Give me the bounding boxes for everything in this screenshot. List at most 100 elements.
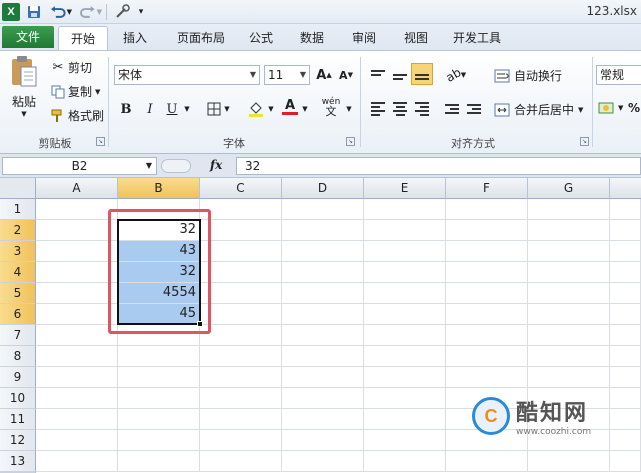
- grid-cell[interactable]: [364, 325, 446, 346]
- grid-cell[interactable]: [118, 367, 200, 388]
- grow-font-button[interactable]: A ▲: [314, 65, 334, 85]
- grid-cell[interactable]: [36, 367, 118, 388]
- underline-dropdown-icon[interactable]: ▼: [182, 99, 192, 119]
- row-header[interactable]: 1: [0, 199, 36, 220]
- grid-cell[interactable]: [528, 304, 610, 325]
- grid-cell[interactable]: [364, 304, 446, 325]
- column-header-b[interactable]: B: [118, 178, 200, 199]
- phonetic-button[interactable]: wén 文: [318, 97, 344, 117]
- tab-page-layout[interactable]: 页面布局: [166, 26, 236, 50]
- shrink-font-button[interactable]: A ▼: [336, 65, 356, 85]
- grid-cell[interactable]: [610, 325, 641, 346]
- grid-cell[interactable]: [282, 409, 364, 430]
- align-bottom-button[interactable]: [411, 63, 433, 85]
- grid-cell[interactable]: [282, 451, 364, 472]
- tab-developer[interactable]: 开发工具: [444, 26, 510, 50]
- grid-cell[interactable]: [610, 199, 641, 220]
- font-color-dropdown-icon[interactable]: ▼: [300, 99, 310, 119]
- font-size-select[interactable]: 11 ▼: [264, 65, 310, 85]
- alignment-launcher-icon[interactable]: ↘: [580, 137, 589, 146]
- merge-center-button[interactable]: 合并后居中 ▼: [494, 101, 583, 118]
- row-header[interactable]: 3: [0, 241, 36, 262]
- grid-cell[interactable]: [282, 199, 364, 220]
- grid-cell[interactable]: [528, 451, 610, 472]
- row-header[interactable]: 13: [0, 451, 36, 472]
- number-format-select[interactable]: 常规: [596, 65, 641, 85]
- grid-cell[interactable]: [118, 325, 200, 346]
- column-header-e[interactable]: E: [364, 178, 446, 199]
- row-header[interactable]: 8: [0, 346, 36, 367]
- grid-cell[interactable]: [364, 241, 446, 262]
- align-center-button[interactable]: [390, 99, 410, 119]
- grid-cell[interactable]: [36, 346, 118, 367]
- align-middle-button[interactable]: [390, 65, 410, 85]
- grid-cell[interactable]: [200, 367, 282, 388]
- grid-cell[interactable]: [36, 430, 118, 451]
- grid-cell[interactable]: [610, 241, 641, 262]
- grid-cell[interactable]: [118, 346, 200, 367]
- grid-cell[interactable]: [610, 220, 641, 241]
- grid-cell[interactable]: [200, 409, 282, 430]
- grid-cell[interactable]: [528, 283, 610, 304]
- cell-b4[interactable]: 32: [118, 262, 200, 283]
- grid-cell[interactable]: [610, 283, 641, 304]
- resize-handle[interactable]: [161, 159, 191, 173]
- grid-cell[interactable]: [282, 325, 364, 346]
- grid-cell[interactable]: [200, 388, 282, 409]
- grid-cell[interactable]: [610, 451, 641, 472]
- grid-cell[interactable]: [282, 367, 364, 388]
- excel-logo-icon[interactable]: X: [2, 3, 20, 21]
- grid-cell[interactable]: [364, 262, 446, 283]
- grid-cell[interactable]: [446, 220, 528, 241]
- grid-cell[interactable]: [610, 304, 641, 325]
- column-header-a[interactable]: A: [36, 178, 118, 199]
- select-all-corner[interactable]: [0, 178, 36, 199]
- percent-style-button[interactable]: %: [628, 101, 640, 115]
- grid-cell[interactable]: [36, 388, 118, 409]
- row-header[interactable]: 11: [0, 409, 36, 430]
- grid-cell[interactable]: [118, 199, 200, 220]
- fill-color-button[interactable]: [246, 99, 266, 119]
- tab-review[interactable]: 审阅: [342, 26, 386, 50]
- grid-cell[interactable]: [364, 283, 446, 304]
- grid-cell[interactable]: [446, 304, 528, 325]
- grid-cell[interactable]: [118, 388, 200, 409]
- formula-input[interactable]: 32: [236, 157, 641, 175]
- cell-b5[interactable]: 4554: [118, 283, 200, 304]
- name-box[interactable]: B2 ▼: [2, 157, 157, 175]
- borders-dropdown-icon[interactable]: ▼: [222, 99, 232, 119]
- column-header-f[interactable]: F: [446, 178, 528, 199]
- fill-handle[interactable]: [197, 321, 203, 327]
- customize-toolbar-icon[interactable]: ▾: [134, 3, 148, 21]
- column-header-d[interactable]: D: [282, 178, 364, 199]
- grid-cell[interactable]: [36, 199, 118, 220]
- grid-cell[interactable]: [446, 262, 528, 283]
- grid-cell[interactable]: [282, 388, 364, 409]
- grid-cell[interactable]: [200, 304, 282, 325]
- grid-cell[interactable]: [528, 199, 610, 220]
- grid-cell[interactable]: [36, 325, 118, 346]
- grid-cell[interactable]: [446, 241, 528, 262]
- grid-cell[interactable]: [282, 304, 364, 325]
- copy-button[interactable]: 复制 ▼: [50, 83, 100, 100]
- row-header[interactable]: 6: [0, 304, 36, 325]
- underline-button[interactable]: U: [162, 99, 182, 119]
- grid-cell[interactable]: [118, 430, 200, 451]
- decrease-indent-button[interactable]: [442, 99, 462, 119]
- tab-file[interactable]: 文件: [2, 26, 54, 48]
- grid-cell[interactable]: [36, 283, 118, 304]
- increase-indent-button[interactable]: [464, 99, 484, 119]
- tab-formulas[interactable]: 公式: [240, 26, 282, 50]
- font-color-button[interactable]: A: [280, 97, 300, 117]
- grid-cell[interactable]: [200, 325, 282, 346]
- tools-icon[interactable]: [112, 3, 132, 21]
- grid-cell[interactable]: [364, 346, 446, 367]
- grid-cell[interactable]: [200, 346, 282, 367]
- grid-cell[interactable]: [446, 367, 528, 388]
- insert-function-button[interactable]: fx: [210, 158, 222, 172]
- row-header[interactable]: 7: [0, 325, 36, 346]
- bold-button[interactable]: B: [116, 99, 136, 119]
- cell-b2[interactable]: 32: [118, 220, 200, 241]
- row-header[interactable]: 4: [0, 262, 36, 283]
- grid-cell[interactable]: [200, 430, 282, 451]
